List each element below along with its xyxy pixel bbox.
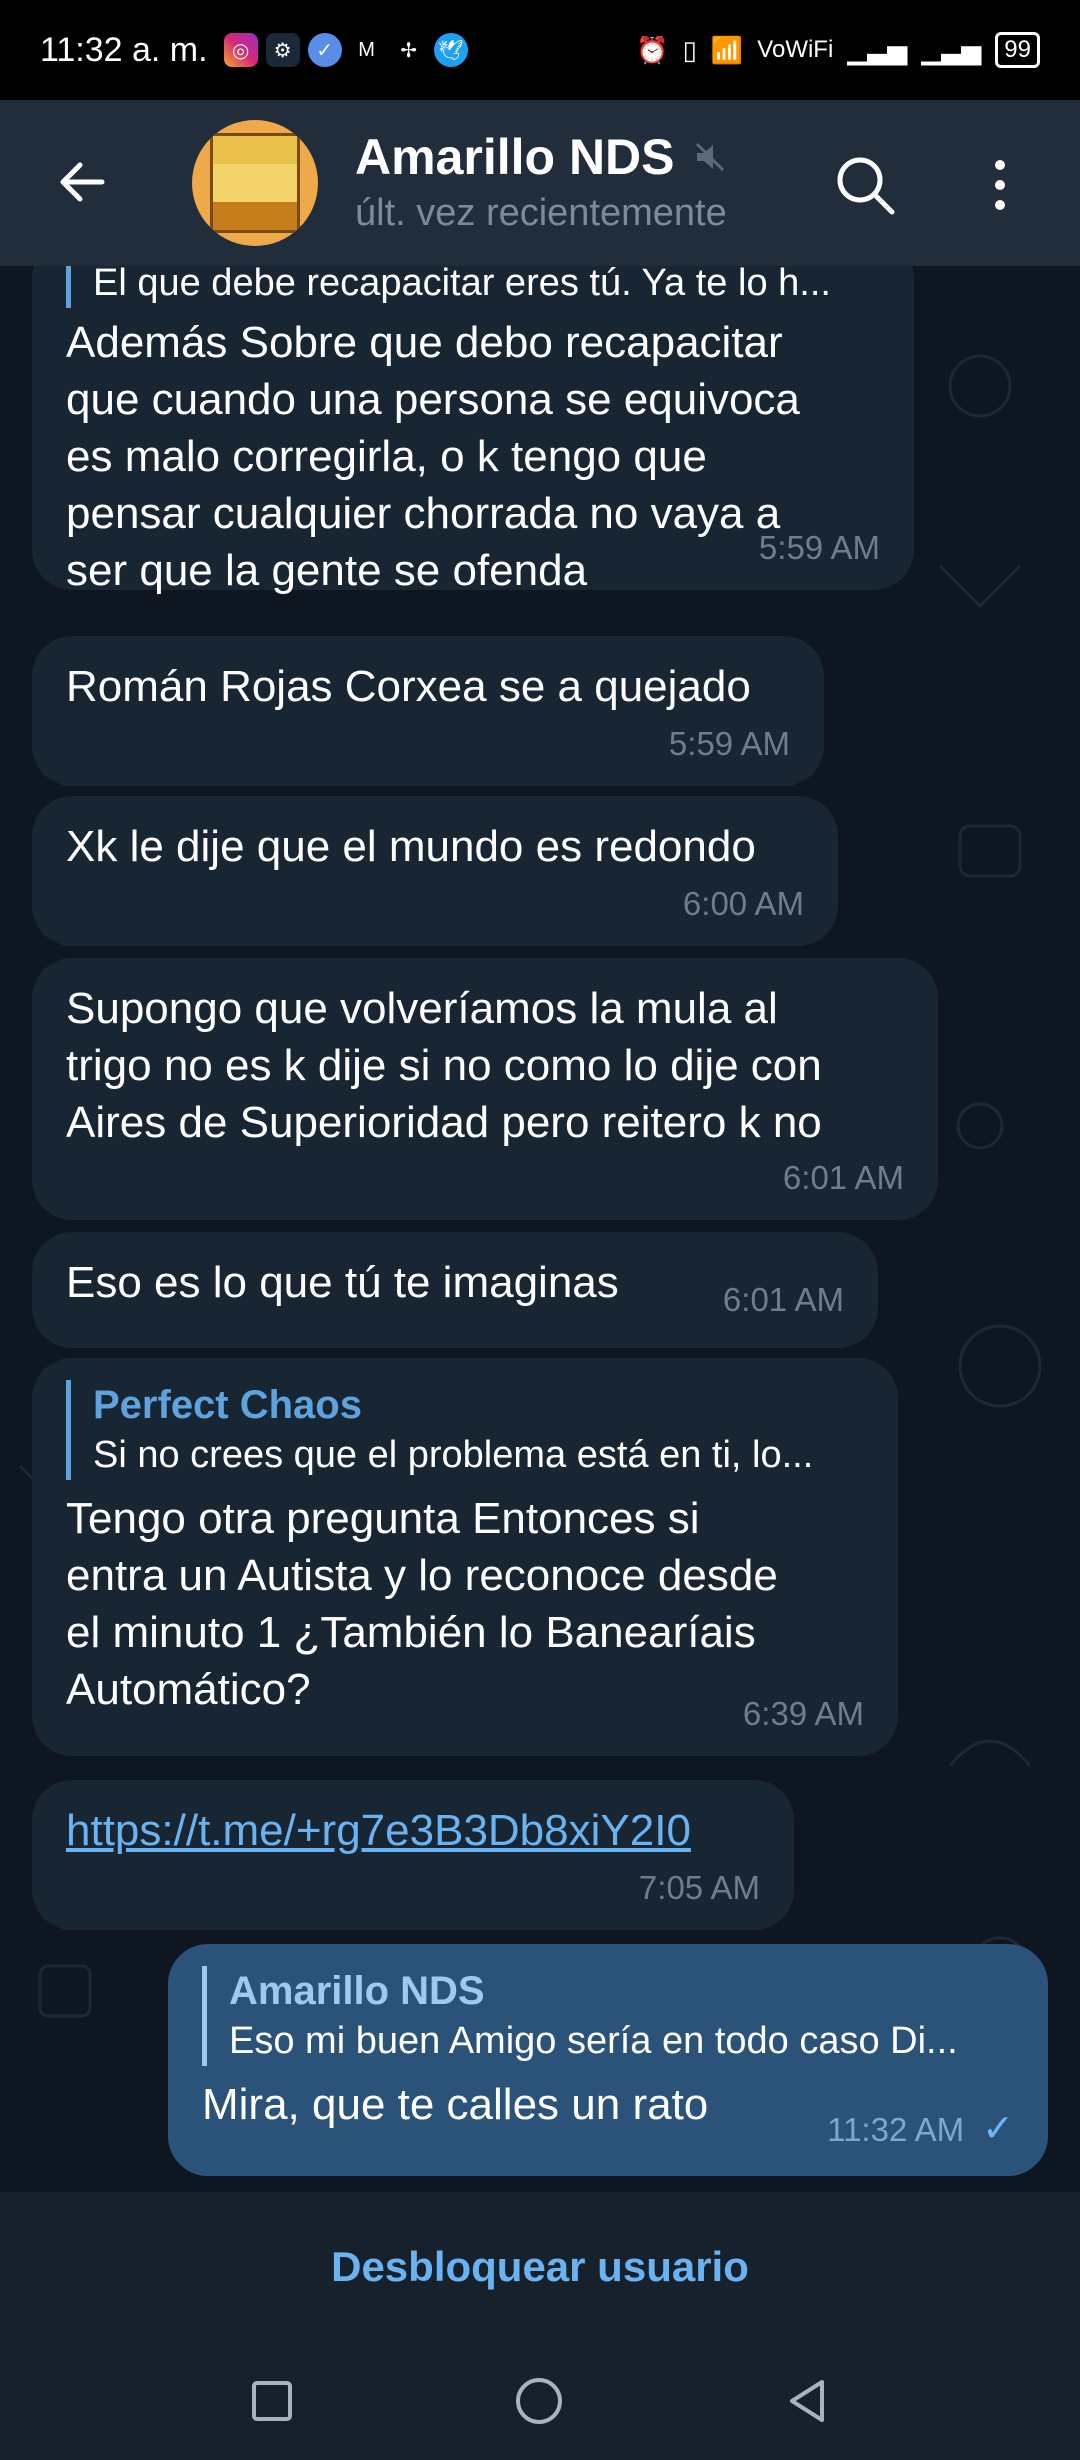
search-icon xyxy=(837,157,895,215)
status-bar: 11:32 a. m. ◎ ⚙ ✓ M ✢ 🕊 ⏰ ▯ 📶 VoWiFi ▁▃▅… xyxy=(0,0,1080,100)
read-check-icon: ✓ xyxy=(982,2108,1014,2150)
message-line: Tengo otra pregunta Entonces si xyxy=(66,1494,700,1543)
recents-icon[interactable] xyxy=(248,2377,296,2425)
message-line: Supongo que volveríamos la mula al xyxy=(66,984,778,1033)
message-time: 6:01 AM xyxy=(722,1281,844,1318)
unblock-user-button[interactable]: Desbloquear usuario xyxy=(331,2243,749,2291)
wifi-icon: 📶 xyxy=(710,34,744,65)
message-text: Supongo que volveríamos la mula al trigo… xyxy=(66,980,904,1151)
pokemon-cover-icon xyxy=(210,133,300,233)
message-incoming[interactable]: https://t.me/+rg7e3B3Db8xiY2I0 7:05 AM xyxy=(32,1780,794,1930)
message-line: pensar cualquier chorrada no vaya a xyxy=(66,489,781,538)
gmail-icon: M xyxy=(358,38,375,61)
back-button[interactable] xyxy=(50,150,114,214)
instagram-icon: ◎ xyxy=(223,33,258,67)
chat-header: Amarillo NDS últ. vez recientemente xyxy=(0,100,1080,266)
message-time-wrap: 11:32 AM ✓ xyxy=(827,2101,1014,2158)
signal-icon-2: ▁▃▅ xyxy=(921,34,982,65)
message-time: 7:05 AM xyxy=(638,1869,760,1906)
system-nav-bar xyxy=(0,2342,1080,2460)
message-line: trigo no es k dije si no como lo dije co… xyxy=(66,1041,822,1090)
message-time: 6:01 AM xyxy=(782,1159,904,1196)
message-incoming[interactable]: Xk le dije que el mundo es redondo 6:00 … xyxy=(32,796,838,946)
pinwheel-icon: ✢ xyxy=(400,39,417,62)
reply-author: Amarillo NDS xyxy=(229,1969,485,2013)
message-time: 5:59 AM xyxy=(758,529,880,566)
dot-icon xyxy=(995,180,1005,190)
unblock-bar: Desbloquear usuario xyxy=(0,2192,1080,2342)
reply-quote[interactable]: El que debe recapacitar eres tú. Ya te l… xyxy=(66,266,880,308)
message-line: Además Sobre que debo recapacitar xyxy=(66,318,783,367)
message-line: entra un Autista y lo reconoce desde xyxy=(66,1551,778,1600)
dot-icon xyxy=(995,200,1005,210)
home-icon[interactable] xyxy=(512,2374,566,2428)
battery-indicator: 99 xyxy=(995,32,1040,68)
message-incoming[interactable]: Supongo que volveríamos la mula al trigo… xyxy=(32,958,938,1220)
message-line: ser que la gente se ofenda xyxy=(66,546,588,595)
chat-title[interactable]: Amarillo NDS xyxy=(355,128,727,186)
reply-text: El que debe recapacitar eres tú. Ya te l… xyxy=(93,266,831,304)
reply-author: Perfect Chaos xyxy=(93,1383,362,1427)
reply-text: Si no crees que el problema está en ti, … xyxy=(93,1434,814,1476)
back-arrow-icon xyxy=(60,162,105,202)
more-options-button[interactable] xyxy=(980,150,1020,220)
reply-quote[interactable]: Perfect Chaos Si no crees que el problem… xyxy=(66,1380,864,1480)
app-icon: ✓ xyxy=(307,33,342,67)
avatar[interactable] xyxy=(192,120,318,246)
back-nav-icon[interactable] xyxy=(782,2376,832,2426)
chat-title-text: Amarillo NDS xyxy=(355,129,675,185)
message-incoming[interactable]: Eso es lo que tú te imaginas 6:01 AM xyxy=(32,1232,878,1348)
last-seen: últ. vez recientemente xyxy=(355,192,727,234)
message-time: 6:00 AM xyxy=(682,885,804,922)
message-text: Además Sobre que debo recapacitar que cu… xyxy=(66,314,880,599)
alarm-icon: ⏰ xyxy=(636,34,669,65)
message-time: 5:59 AM xyxy=(668,725,790,762)
message-outgoing[interactable]: Amarillo NDS Eso mi buen Amigo sería en … xyxy=(168,1944,1048,2176)
twitter-icon: 🕊 xyxy=(433,33,468,67)
message-text: Román Rojas Corxea se a quejado xyxy=(66,662,751,711)
vibrate-icon: ▯ xyxy=(682,34,697,65)
message-incoming[interactable]: Perfect Chaos Si no crees que el problem… xyxy=(32,1358,898,1756)
message-text: Xk le dije que el mundo es redondo xyxy=(66,822,756,871)
message-line: el minuto 1 ¿También lo Banearíais xyxy=(66,1608,756,1657)
message-time: 11:32 AM xyxy=(827,2111,965,2148)
signal-icon: ▁▃▅ xyxy=(847,34,908,65)
mute-icon xyxy=(695,142,724,172)
reply-text: Eso mi buen Amigo sería en todo caso Di.… xyxy=(229,2020,958,2062)
network-label: VoWiFi xyxy=(757,36,834,63)
message-line: es malo corregirla, o k tengo que xyxy=(66,432,707,481)
message-text: Tengo otra pregunta Entonces si entra un… xyxy=(66,1490,864,1718)
chat-area[interactable]: El que debe recapacitar eres tú. Ya te l… xyxy=(0,266,1080,2192)
message-time: 6:39 AM xyxy=(742,1695,864,1732)
steam-icon: ⚙ xyxy=(265,33,300,67)
message-line: Aires de Superioridad pero reitero k no xyxy=(66,1098,822,1147)
reply-quote[interactable]: Amarillo NDS Eso mi buen Amigo sería en … xyxy=(202,1966,1014,2066)
message-incoming[interactable]: Román Rojas Corxea se a quejado 5:59 AM xyxy=(32,636,824,786)
message-line: que cuando una persona se equivoca xyxy=(66,375,800,424)
status-time: 11:32 a. m. xyxy=(40,30,208,69)
message-incoming[interactable]: El que debe recapacitar eres tú. Ya te l… xyxy=(32,266,914,595)
search-button[interactable] xyxy=(830,150,900,220)
dot-icon xyxy=(995,160,1005,170)
message-link[interactable]: https://t.me/+rg7e3B3Db8xiY2I0 xyxy=(66,1802,760,1859)
